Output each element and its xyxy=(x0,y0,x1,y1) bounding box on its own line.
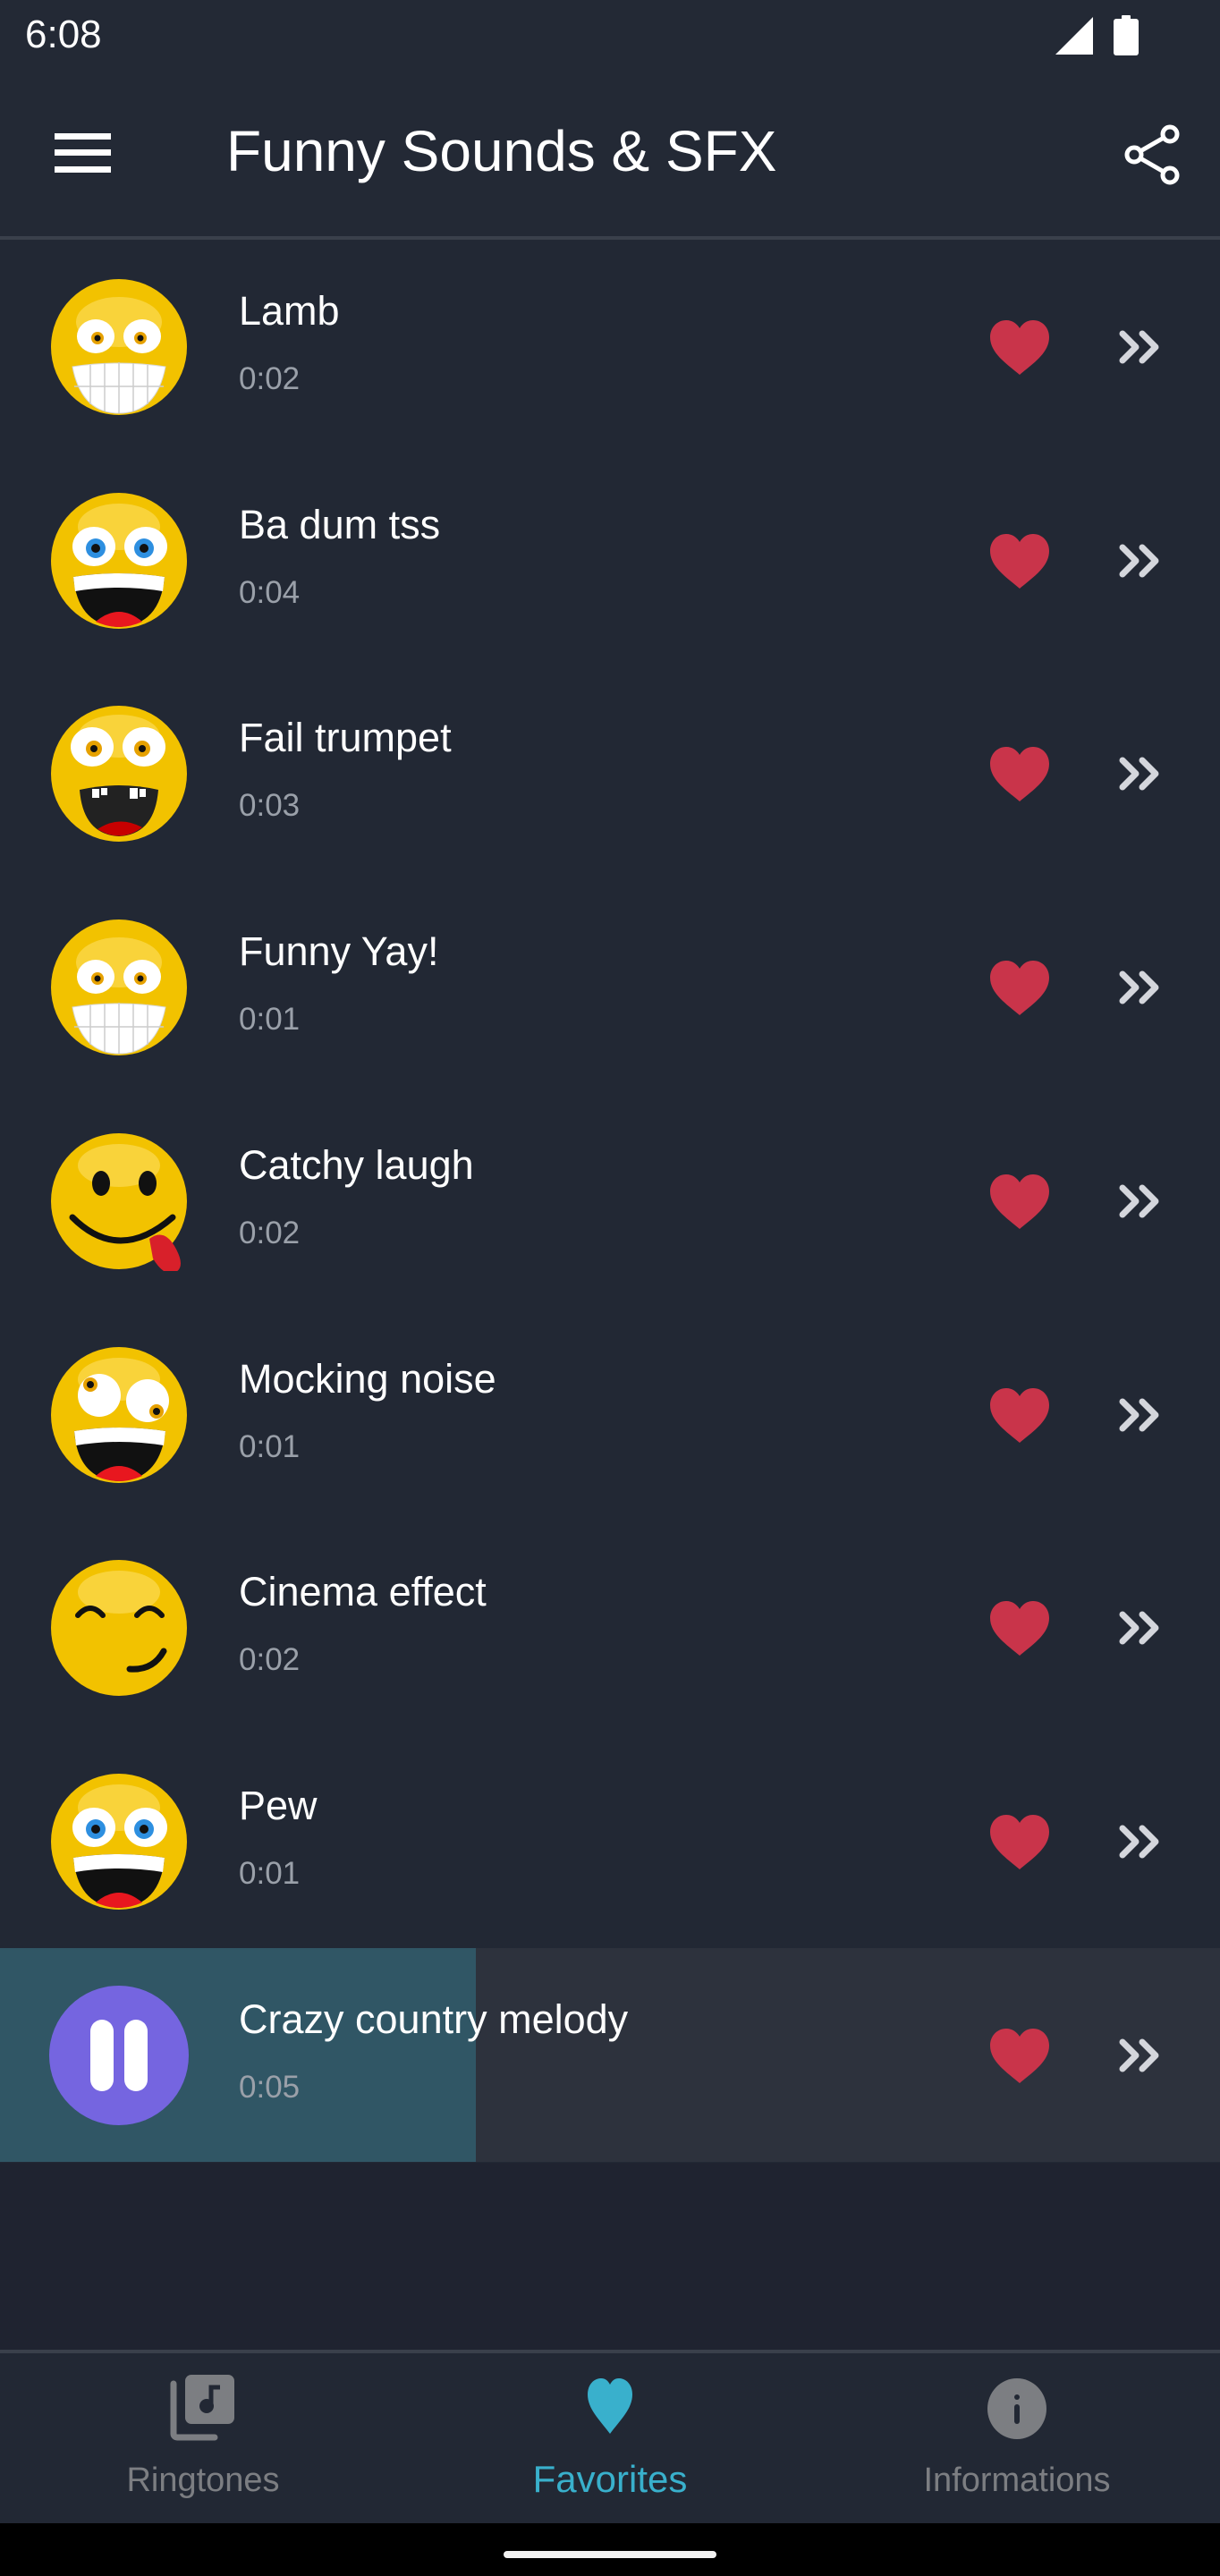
smirking-emoji[interactable] xyxy=(49,1558,189,1698)
signal-icon xyxy=(1055,17,1093,55)
info-icon xyxy=(987,2378,1046,2439)
music-library-icon xyxy=(170,2375,234,2441)
heart-icon xyxy=(990,1174,1049,1229)
sound-duration: 0:01 xyxy=(239,1428,301,1464)
favorite-button[interactable] xyxy=(975,1588,1064,1668)
pause-icon xyxy=(49,1985,189,2125)
heart-icon xyxy=(990,1814,1049,1869)
sound-duration: 0:02 xyxy=(239,1215,301,1250)
sound-title: Pew xyxy=(239,1782,318,1828)
laughing-blue-eyes-emoji[interactable] xyxy=(49,491,189,631)
sound-list-item[interactable]: Cinema effect 0:02 xyxy=(0,1521,1220,1735)
double-chevron-right-icon xyxy=(1119,970,1159,1004)
favorite-button[interactable] xyxy=(975,2015,1064,2096)
sound-duration: 0:01 xyxy=(239,1855,301,1891)
sound-list-item[interactable]: Ba dum tss 0:04 xyxy=(0,453,1220,667)
pause-button[interactable] xyxy=(49,1985,189,2125)
sound-duration: 0:02 xyxy=(239,361,301,396)
more-options-button[interactable] xyxy=(1100,2015,1181,2096)
heart-icon xyxy=(990,961,1049,1016)
double-chevron-right-icon xyxy=(1119,544,1159,578)
double-chevron-right-icon xyxy=(1119,1398,1159,1431)
sound-title: Cinema effect xyxy=(239,1569,487,1615)
favorite-button[interactable] xyxy=(975,521,1064,601)
grinning-teeth-emoji[interactable] xyxy=(49,277,189,417)
favorite-button[interactable] xyxy=(975,1801,1064,1882)
bottom-nav: Ringtones Favorites Informations xyxy=(0,2353,1220,2523)
nav-item-informations[interactable]: Informations xyxy=(814,2353,1220,2523)
sound-duration: 0:01 xyxy=(239,1002,301,1038)
favorite-button[interactable] xyxy=(975,947,1064,1028)
hamburger-menu-icon xyxy=(55,133,111,173)
more-options-button[interactable] xyxy=(1100,521,1181,601)
more-options-button[interactable] xyxy=(1100,1161,1181,1241)
sound-title: Funny Yay! xyxy=(239,928,439,975)
share-button[interactable] xyxy=(1109,114,1190,195)
home-indicator[interactable] xyxy=(504,2551,716,2558)
sound-list-item[interactable]: Lamb 0:02 xyxy=(0,240,1220,453)
sound-title: Ba dum tss xyxy=(239,501,441,547)
sound-duration: 0:02 xyxy=(239,1642,301,1678)
tongue-out-emoji[interactable] xyxy=(49,1131,189,1271)
nav-item-favorites[interactable]: Favorites xyxy=(407,2353,813,2523)
sound-title: Fail trumpet xyxy=(239,715,452,761)
sound-list-item[interactable]: Catchy laugh 0:02 xyxy=(0,1093,1220,1308)
more-options-button[interactable] xyxy=(1100,947,1181,1028)
sound-duration: 0:05 xyxy=(239,2069,301,2105)
list-empty-area xyxy=(0,2163,1220,2350)
sound-list-item[interactable]: Crazy country melody 0:05 xyxy=(0,1947,1220,2162)
share-icon xyxy=(1124,124,1180,185)
more-options-button[interactable] xyxy=(1100,1801,1181,1882)
heart-icon xyxy=(990,747,1049,802)
nav-label-favorites: Favorites xyxy=(532,2458,688,2500)
double-chevron-right-icon xyxy=(1119,2038,1159,2072)
gap-toothed-laughing-emoji[interactable] xyxy=(49,704,189,843)
more-options-button[interactable] xyxy=(1100,1588,1181,1668)
grinning-teeth-emoji[interactable] xyxy=(49,918,189,1057)
favorite-button[interactable] xyxy=(975,1375,1064,1455)
sound-title: Crazy country melody xyxy=(239,1996,629,2042)
heart-icon xyxy=(990,2028,1049,2083)
sound-title: Catchy laugh xyxy=(239,1141,474,1188)
nav-label-informations: Informations xyxy=(923,2462,1111,2499)
sound-list-item[interactable]: Funny Yay! 0:01 xyxy=(0,880,1220,1095)
heart-icon xyxy=(990,533,1049,589)
more-options-button[interactable] xyxy=(1100,733,1181,814)
app-title: Funny Sounds & SFX xyxy=(226,119,777,183)
heart-icon xyxy=(990,1387,1049,1443)
heart-icon xyxy=(588,2378,632,2434)
sound-title: Lamb xyxy=(239,288,340,334)
menu-button[interactable] xyxy=(43,116,123,190)
more-options-button[interactable] xyxy=(1100,307,1181,387)
heart-icon xyxy=(990,1601,1049,1657)
double-chevron-right-icon xyxy=(1119,1825,1159,1859)
favorite-button[interactable] xyxy=(975,733,1064,814)
more-options-button[interactable] xyxy=(1100,1375,1181,1455)
status-bar xyxy=(0,0,1220,72)
sound-list-item[interactable]: Pew 0:01 xyxy=(0,1733,1220,1948)
sound-list-item[interactable]: Mocking noise 0:01 xyxy=(0,1307,1220,1521)
laughing-blue-eyes-emoji[interactable] xyxy=(49,1772,189,1911)
sound-duration: 0:04 xyxy=(239,574,301,610)
heart-icon xyxy=(990,320,1049,375)
nav-label-ringtones: Ringtones xyxy=(126,2462,280,2499)
nav-item-ringtones[interactable]: Ringtones xyxy=(0,2353,406,2523)
favorite-button[interactable] xyxy=(975,307,1064,387)
double-chevron-right-icon xyxy=(1119,1611,1159,1645)
sound-title: Mocking noise xyxy=(239,1355,496,1402)
sound-duration: 0:03 xyxy=(239,788,301,824)
battery-icon xyxy=(1114,15,1139,55)
double-chevron-right-icon xyxy=(1119,757,1159,791)
double-chevron-right-icon xyxy=(1119,330,1159,364)
status-time: 6:08 xyxy=(25,13,102,56)
sound-list-item[interactable]: Fail trumpet 0:03 xyxy=(0,666,1220,881)
favorite-button[interactable] xyxy=(975,1161,1064,1241)
system-navigation-bar xyxy=(0,2523,1220,2576)
crazy-eyes-laughing-emoji[interactable] xyxy=(49,1345,189,1485)
double-chevron-right-icon xyxy=(1119,1184,1159,1218)
